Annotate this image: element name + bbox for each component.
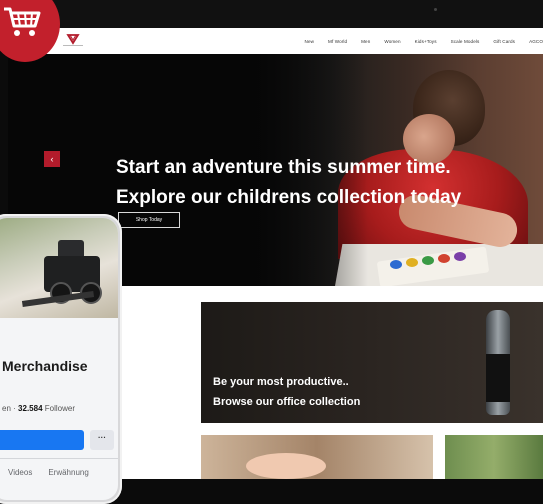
shop-today-button[interactable]: Shop Today <box>118 212 180 228</box>
paint-swatch <box>438 254 450 263</box>
nav-link-agco[interactable]: AGCO <box>529 39 543 44</box>
product-tile-outdoor[interactable] <box>445 435 543 479</box>
nav-link-kids-toys[interactable]: Kids+Toys <box>415 39 437 44</box>
office-headline-1: Be your most productive.. <box>213 376 349 388</box>
paint-swatch <box>422 256 434 265</box>
hero-headline-1: Start an adventure this summer time. <box>116 157 451 178</box>
nav-link-scale-models[interactable]: Scale Models <box>451 39 480 44</box>
office-headline-2: Browse our office collection <box>213 396 361 408</box>
nav-link-new[interactable]: New <box>305 39 315 44</box>
likes-label: en <box>2 404 11 413</box>
facebook-more-button[interactable]: ··· <box>90 430 114 450</box>
facebook-like-button[interactable] <box>0 430 84 450</box>
hero-prev-button[interactable]: ‹ <box>44 151 60 167</box>
shopping-cart-icon <box>4 7 41 36</box>
facebook-page-tabs: Videos Erwähnung <box>8 468 89 477</box>
paint-swatch <box>406 258 418 267</box>
bottle-sleeve <box>486 354 510 402</box>
nav-link-mf-world[interactable]: Mf World <box>328 39 347 44</box>
office-collection-banner[interactable]: Be your most productive.. Browse our off… <box>201 302 543 423</box>
followers-count: 32.584 <box>18 404 43 413</box>
phone-screen: Merchandise en · 32.584 Follower ··· Vid… <box>0 218 118 500</box>
nav-link-gift-cards[interactable]: Gift Cards <box>493 39 515 44</box>
nav-link-men[interactable]: Men <box>361 39 370 44</box>
strip-dot <box>434 8 437 11</box>
followers-label: Follower <box>44 404 75 413</box>
nav-link-women[interactable]: Women <box>384 39 400 44</box>
hero-headline-2: Explore our childrens collection today <box>116 187 462 208</box>
chevron-left-icon: ‹ <box>50 154 54 164</box>
hands-image <box>246 453 326 479</box>
top-dark-strip <box>0 0 543 28</box>
tab-videos[interactable]: Videos <box>8 468 32 477</box>
tabs-divider <box>0 458 118 459</box>
nav-links: New Mf World Men Women Kids+Toys Scale M… <box>305 28 543 54</box>
tab-mentions[interactable]: Erwähnung <box>48 468 88 477</box>
facebook-cover-photo <box>0 218 118 318</box>
paint-swatch <box>454 252 466 261</box>
paint-swatch <box>390 260 402 269</box>
site-navbar: New Mf World Men Women Kids+Toys Scale M… <box>8 28 543 55</box>
stats-separator: · <box>13 404 16 413</box>
brand-logo[interactable] <box>60 32 86 50</box>
facebook-page-name: Merchandise <box>2 358 88 374</box>
smartphone-mockup: Merchandise en · 32.584 Follower ··· Vid… <box>0 214 122 504</box>
facebook-page-stats: en · 32.584 Follower <box>2 404 75 413</box>
